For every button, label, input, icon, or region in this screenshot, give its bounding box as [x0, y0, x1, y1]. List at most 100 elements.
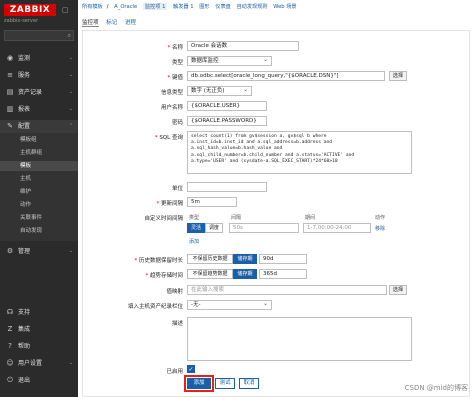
interval-input[interactable]: 5m	[187, 197, 237, 207]
submenu-maintenance[interactable]: 维护	[0, 187, 78, 197]
chart-icon: ▥	[6, 105, 14, 113]
crumb-triggers[interactable]: 触发器 1	[173, 3, 194, 10]
interval-label: 更新间隔	[83, 199, 183, 207]
name-input[interactable]: Oracle 会话数	[187, 41, 299, 51]
crumb-discovery[interactable]: 自动发现规则	[236, 3, 267, 10]
sql-label: SQL 查询	[83, 133, 183, 141]
history-period-toggle[interactable]: 储存期	[233, 254, 257, 264]
zabbix-logo: ZABBIX	[4, 4, 56, 16]
nav-support[interactable]: ☊ 支持	[0, 306, 78, 319]
tab-preprocessing[interactable]: 进程	[125, 20, 136, 26]
history-label: 历史数据保留时长	[83, 256, 183, 264]
sql-line: a.type='USER' and (sysdate-a.SQL_EXEC_ST…	[191, 158, 338, 164]
nav-configuration[interactable]: ✎ 配置 ⌃	[0, 120, 78, 133]
sql-query-textarea[interactable]: select count(1) from gv$session a, gv$sq…	[187, 131, 412, 174]
trends-no-keep-toggle[interactable]: 不保留趋势数据	[187, 269, 233, 279]
submenu-template-groups[interactable]: 模板组	[0, 135, 78, 145]
user-icon: ☺	[6, 359, 14, 367]
test-button[interactable]: 测试	[215, 378, 235, 389]
z-icon: Z	[7, 325, 13, 333]
main-content: 所有模板 / A_Oracle 监控项 1 触发器 1 图形 仪表盘 自动发现规则…	[78, 0, 474, 397]
custom-col-type: 类型	[189, 215, 200, 221]
crumb-items[interactable]: 监控项 1	[142, 3, 168, 10]
valuemap-select-button[interactable]: 选择	[389, 285, 407, 295]
username-input[interactable]: {$ORACLE.USER}	[187, 101, 267, 111]
sidebar: ZABBIX zabbix-server ▢ ⌕ ◉ 监测 ⌄ ≡ 服务 ⌄ ▤ 资产记录…	[0, 0, 78, 397]
history-no-keep-toggle[interactable]: 不保留历史数据	[187, 254, 233, 264]
history-input[interactable]: 90d	[259, 254, 307, 264]
submenu-actions[interactable]: 动作	[0, 200, 78, 210]
inventory-select[interactable]: -无-	[187, 300, 272, 310]
info-type-label: 信息类型	[160, 90, 183, 96]
flexible-toggle[interactable]: 灵活	[187, 223, 205, 233]
enabled-checkbox[interactable]: ✓	[187, 365, 195, 373]
type-label: 类型	[171, 60, 183, 66]
nav-monitoring[interactable]: ◉ 监测 ⌄	[0, 52, 78, 65]
add-button[interactable]: 添加	[184, 375, 214, 392]
nav-inventory[interactable]: ▤ 资产记录 ⌄	[0, 86, 78, 99]
nav-signout[interactable]: ⏻ 退出	[0, 374, 78, 387]
server-name: zabbix-server	[4, 18, 39, 24]
crumb-template[interactable]: A_Oracle	[114, 4, 137, 10]
search-input[interactable]: ⌕	[4, 30, 74, 41]
type-select[interactable]: 数据库监控	[187, 56, 272, 66]
description-label: 描述	[171, 321, 183, 327]
nav-integrations[interactable]: Z 集成	[0, 323, 78, 336]
power-icon: ⏻	[7, 376, 13, 384]
crumb-dashboards[interactable]: 仪表盘	[215, 3, 231, 10]
custom-remove-link[interactable]: 移除	[375, 225, 385, 232]
trends-period-toggle[interactable]: 储存期	[233, 269, 257, 279]
nav-reports[interactable]: ▥ 报表 ⌄	[0, 103, 78, 116]
collapse-icon[interactable]: ▢	[62, 6, 72, 14]
nav-user-settings[interactable]: ☺ 用户设置 ⌄	[0, 357, 78, 370]
password-label: 密码	[171, 120, 183, 126]
nav-services[interactable]: ≡ 服务 ⌄	[0, 69, 78, 82]
units-input[interactable]	[187, 182, 267, 192]
tab-item[interactable]: 监控项	[82, 20, 99, 27]
search-icon: ⌕	[67, 32, 71, 39]
wrench-icon: ✎	[7, 122, 13, 130]
item-form: 名称 Oracle 会话数 类型 数据库监控 键值 db.odbc.select…	[82, 30, 470, 397]
custom-col-action: 动作	[375, 215, 386, 221]
scheduling-toggle[interactable]: 调度	[205, 223, 223, 233]
submenu-host-groups[interactable]: 主机群组	[0, 148, 78, 158]
custom-add-link[interactable]: 添加	[189, 238, 199, 245]
key-select-button[interactable]: 选择	[389, 71, 407, 81]
breadcrumb: 所有模板 / A_Oracle 监控项 1 触发器 1 图形 仪表盘 自动发现规则…	[82, 3, 297, 10]
submenu-hosts[interactable]: 主机	[0, 174, 78, 184]
custom-col-interval: 间隔	[231, 215, 242, 221]
info-type-select[interactable]: 数字 (无正负)	[187, 86, 252, 96]
units-label: 单位	[171, 186, 183, 192]
cancel-button[interactable]: 取消	[239, 378, 259, 389]
key-input[interactable]: db.odbc.select[oracle_long_query,"{$ORAC…	[187, 71, 385, 81]
key-label: 键值	[83, 73, 183, 81]
valuemap-input[interactable]: 在此输入搜索	[187, 285, 387, 295]
submenu-templates[interactable]: 模板	[0, 160, 78, 171]
crumb-all-templates[interactable]: 所有模板	[82, 3, 103, 10]
nav-administration[interactable]: ⚙ 管理 ⌄	[0, 245, 78, 258]
custom-period-input[interactable]: 1-7,00:00-24:00	[303, 223, 371, 233]
enabled-label: 已启用	[166, 369, 183, 375]
description-textarea[interactable]	[187, 317, 412, 361]
name-label: 名称	[83, 43, 183, 51]
username-label: 用户名称	[160, 105, 183, 111]
eye-icon: ◉	[6, 54, 14, 62]
help-icon: ?	[8, 342, 12, 350]
trends-label: 趋势存储时间	[83, 271, 183, 279]
nav-help[interactable]: ? 帮助	[0, 340, 78, 353]
custom-interval-input[interactable]: 50s	[229, 223, 299, 233]
list-icon: ≡	[7, 71, 13, 79]
gear-icon: ⚙	[6, 247, 14, 255]
submenu-correlation[interactable]: 关联事件	[0, 213, 78, 223]
crumb-web[interactable]: Web 场景	[273, 3, 296, 10]
crumb-graphs[interactable]: 图形	[199, 3, 209, 10]
submenu-discovery[interactable]: 自动发现	[0, 226, 78, 236]
form-tabs: 监控项 标记 进程	[82, 18, 142, 28]
box-icon: ▤	[6, 88, 14, 96]
custom-col-period: 期间	[305, 215, 316, 221]
custom-intervals-label: 自定义时间间隔	[144, 216, 183, 222]
trends-input[interactable]: 365d	[259, 269, 307, 279]
inventory-label: 填入主机资产纪录栏位	[127, 304, 183, 310]
tab-tags[interactable]: 标记	[106, 20, 117, 26]
password-input[interactable]: {$ORACLE.PASSWORD}	[187, 116, 267, 126]
